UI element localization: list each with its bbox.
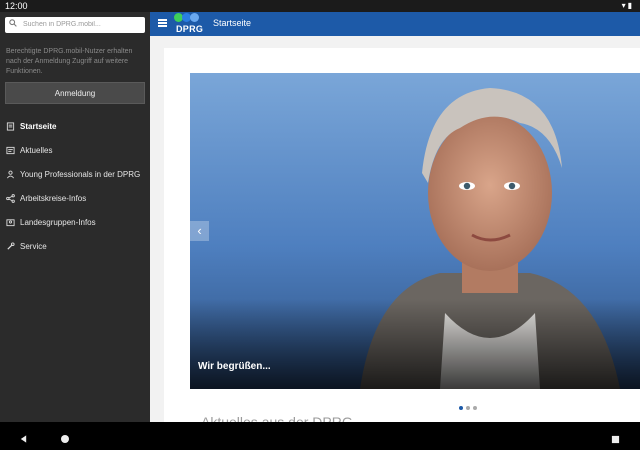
nav-list: Startseite Aktuelles Young Professionals…: [0, 115, 150, 259]
carousel-dot[interactable]: [473, 406, 477, 410]
navigation-drawer: Berechtigte DPRG.mobil-Nutzer erhalten n…: [0, 12, 150, 422]
nav-item-aktuelles[interactable]: Aktuelles: [0, 139, 150, 163]
recents-icon[interactable]: [611, 431, 620, 449]
chevron-left-icon: ‹: [197, 223, 202, 238]
nav-item-young-professionals[interactable]: Young Professionals in der DPRG: [0, 163, 150, 187]
battery-icon: ▮: [627, 1, 634, 10]
nav-item-label: Service: [20, 242, 47, 251]
nav-item-arbeitskreise[interactable]: Arbeitskreise-Infos: [0, 187, 150, 211]
nav-item-startseite[interactable]: Startseite: [0, 115, 150, 139]
app-bar: DPRG Startseite: [150, 12, 640, 36]
back-icon[interactable]: [19, 431, 28, 449]
nav-item-label: Aktuelles: [20, 146, 53, 155]
dprg-logo: DPRG: [174, 12, 208, 36]
nav-item-label: Landesgruppen-Infos: [20, 218, 96, 227]
hero-slide[interactable]: Wir begrüßen...: [190, 73, 640, 389]
hamburger-menu-icon[interactable]: [158, 19, 167, 27]
nav-item-label: Arbeitskreise-Infos: [20, 194, 87, 203]
home-icon: [6, 122, 15, 131]
search-box[interactable]: [5, 17, 145, 33]
status-icons: ▾▮: [622, 1, 634, 10]
clock: 12:00: [5, 1, 28, 11]
carousel-dot[interactable]: [466, 406, 470, 410]
nav-item-service[interactable]: Service: [0, 235, 150, 259]
carousel-dot-active[interactable]: [459, 406, 463, 410]
carousel-prev-button[interactable]: ‹: [190, 221, 209, 241]
nav-item-label: Young Professionals in der DPRG: [20, 170, 141, 179]
network-icon: [6, 194, 15, 203]
page-title: Startseite: [213, 18, 252, 28]
carousel-indicator: [459, 397, 480, 410]
nav-item-label: Startseite: [20, 122, 57, 131]
login-info-text: Berechtigte DPRG.mobil-Nutzer erhalten n…: [6, 48, 133, 75]
system-navigation-bar: [0, 422, 640, 450]
nav-item-landesgruppen[interactable]: Landesgruppen-Infos: [0, 211, 150, 235]
search-icon: [9, 19, 17, 30]
home-button-icon[interactable]: [60, 431, 70, 449]
login-button[interactable]: Anmeldung: [5, 82, 145, 104]
status-bar: 12:00 ▾▮: [0, 0, 640, 12]
group-icon: [6, 218, 15, 227]
logo-text: DPRG: [176, 24, 204, 34]
tools-icon: [6, 242, 15, 251]
people-icon: [6, 170, 15, 179]
news-icon: [6, 146, 15, 155]
search-input[interactable]: [23, 18, 141, 31]
hero-caption: Wir begrüßen...: [198, 361, 271, 372]
